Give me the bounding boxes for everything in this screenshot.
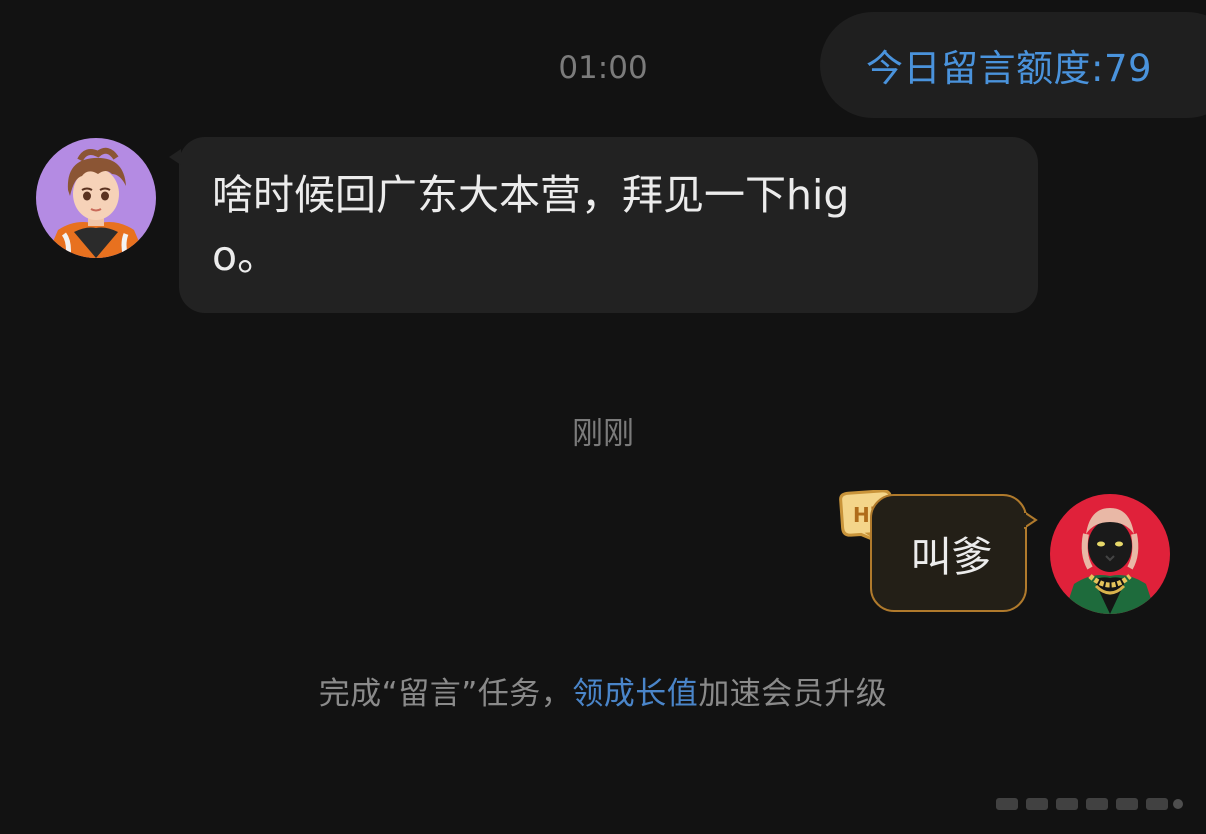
timestamp: 01:00 xyxy=(558,50,648,86)
anime-boy-avatar-icon xyxy=(36,138,156,258)
promo-prefix: 完成“留言”任务， xyxy=(318,676,573,712)
bubble-tail xyxy=(169,149,181,165)
earn-growth-link[interactable]: 领成长值 xyxy=(572,676,698,712)
outgoing-message-text: 叫爹 xyxy=(910,533,993,581)
my-avatar[interactable] xyxy=(1050,494,1170,614)
bubble-tail xyxy=(1024,510,1038,530)
incoming-message-text: 啥时候回广东大本营，拜见一下higo。 xyxy=(212,171,850,280)
outgoing-message-bubble[interactable]: 叫爹 xyxy=(870,494,1038,612)
sender-avatar[interactable] xyxy=(36,138,156,258)
task-promo-text: 完成“留言”任务，领成长值加速会员升级 xyxy=(0,668,1206,713)
timestamp: 刚刚 xyxy=(572,416,634,452)
watermark-icon xyxy=(996,798,1183,810)
promo-suffix: 加速会员升级 xyxy=(698,676,888,712)
incoming-message-bubble[interactable]: 啥时候回广东大本营，拜见一下higo。 xyxy=(169,137,1038,313)
panther-avatar-icon xyxy=(1050,494,1170,614)
